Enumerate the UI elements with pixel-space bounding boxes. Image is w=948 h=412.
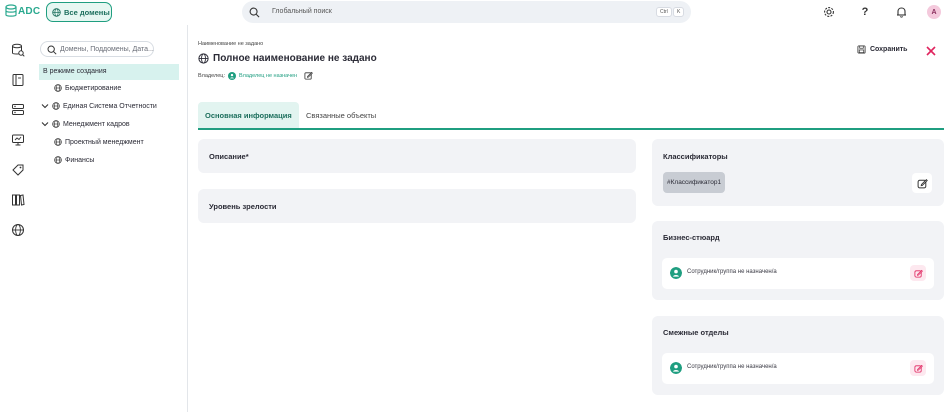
- tab-related-objects[interactable]: Связанные объекты: [299, 102, 383, 128]
- logo-icon: [5, 4, 17, 17]
- tree-item-label: Бюджетирование: [65, 84, 122, 92]
- departments-card: Смежные отделы Сотрудник/группа не назна…: [652, 316, 944, 395]
- globe-icon: [52, 120, 60, 128]
- search-icon: [249, 7, 260, 18]
- gear-icon: [824, 7, 834, 17]
- steward-row: Сотрудник/группа не назначен/а: [662, 258, 934, 289]
- tree-item-hr[interactable]: Менеджмент кадров: [41, 120, 130, 128]
- edit-classifiers-button[interactable]: [912, 173, 932, 193]
- person-icon: [670, 267, 682, 279]
- close-button[interactable]: [925, 44, 937, 56]
- save-button[interactable]: Сохранить: [857, 45, 907, 54]
- tree-item-reporting[interactable]: Единая Система Отчетности: [41, 102, 157, 110]
- all-domains-button[interactable]: Все домены: [46, 2, 112, 22]
- steward-value: Сотрудник/группа не назначен/а: [687, 269, 777, 275]
- departments-value: Сотрудник/группа не назначен/а: [687, 364, 777, 370]
- app-logo[interactable]: ADC: [5, 4, 40, 18]
- main-content: Наименование не задано Полное наименован…: [188, 25, 948, 412]
- description-card[interactable]: Описание*: [198, 139, 636, 173]
- globe-icon: [54, 156, 62, 164]
- save-label: Сохранить: [870, 46, 908, 53]
- search-icon: [47, 45, 57, 55]
- tree-search[interactable]: Домены, Поддомены, Дата...: [40, 41, 154, 57]
- library-icon: [12, 194, 25, 206]
- global-search[interactable]: Глобальный поиск Ctrl K: [242, 1, 691, 23]
- description-title: Описание*: [209, 152, 249, 161]
- chevron-down-icon[interactable]: [41, 102, 49, 110]
- globe-icon: [52, 102, 60, 110]
- globe-icon: [52, 7, 61, 17]
- tab-bar: Основная информация Связанные объекты: [198, 102, 944, 130]
- classifiers-title: Классификаторы: [663, 152, 728, 161]
- shortcut-ctrl: Ctrl: [656, 7, 672, 17]
- edit-steward-button[interactable]: [910, 265, 926, 281]
- page-title-text: Полное наименование не задано: [213, 53, 377, 64]
- maturity-card[interactable]: Уровень зрелости: [198, 189, 636, 223]
- departments-title: Смежные отделы: [663, 328, 729, 337]
- person-icon: [227, 71, 236, 80]
- logo-text: ADC: [18, 5, 41, 17]
- globe-icon: [12, 224, 24, 236]
- chevron-down-icon[interactable]: [41, 120, 49, 128]
- person-icon: [670, 362, 682, 374]
- owner-row: Владелец: Владелец не назначен: [198, 71, 313, 80]
- bell-icon: [896, 7, 906, 18]
- server-icon: [12, 104, 24, 115]
- tree-item-finance[interactable]: Финансы: [54, 156, 94, 164]
- edit-departments-button[interactable]: [910, 360, 926, 376]
- icon-rail: [0, 25, 36, 412]
- page-title: Полное наименование не задано: [198, 53, 377, 64]
- notifications-button[interactable]: [894, 5, 908, 19]
- maturity-title: Уровень зрелости: [209, 202, 277, 211]
- all-domains-label: Все домены: [64, 7, 110, 17]
- close-icon: [926, 46, 936, 56]
- edit-icon: [913, 269, 923, 278]
- classifier-chip[interactable]: #Классификатор1: [663, 172, 726, 193]
- shortcut-k: K: [673, 7, 685, 17]
- tree-item-label: Финансы: [65, 156, 95, 164]
- rail-domains[interactable]: [11, 223, 25, 237]
- help-icon: ?: [861, 6, 869, 18]
- globe-icon: [54, 138, 62, 146]
- database-search-icon: [12, 43, 25, 57]
- tree-item-label: Проектный менеджмент: [65, 138, 144, 146]
- help-button[interactable]: ?: [858, 5, 872, 19]
- tree-item-budgeting[interactable]: Бюджетирование: [54, 84, 121, 92]
- settings-button[interactable]: [822, 5, 836, 19]
- rail-reports[interactable]: [11, 133, 25, 147]
- edit-icon: [913, 364, 923, 373]
- globe-icon: [198, 53, 209, 64]
- book-icon: [12, 74, 24, 86]
- search-input[interactable]: Глобальный поиск: [272, 8, 332, 15]
- tab-main-info[interactable]: Основная информация: [198, 102, 299, 128]
- steward-card: Бизнес-стюард Сотрудник/группа не назнач…: [652, 221, 944, 300]
- rail-glossary[interactable]: [11, 73, 25, 87]
- steward-title: Бизнес-стюард: [663, 233, 720, 242]
- tree-item-label: Единая Система Отчетности: [63, 102, 157, 110]
- monitor-icon: [12, 134, 24, 146]
- edit-icon[interactable]: [304, 71, 313, 80]
- globe-icon: [54, 84, 62, 92]
- owner-label: Владелец:: [198, 72, 225, 79]
- rail-data-search[interactable]: [11, 43, 25, 57]
- user-avatar[interactable]: A: [927, 5, 941, 19]
- tag-icon: [12, 164, 24, 176]
- breadcrumb[interactable]: Наименование не задано: [198, 41, 263, 47]
- floppy-icon: [857, 45, 866, 54]
- departments-row: Сотрудник/группа не назначен/а: [662, 353, 934, 384]
- tree-mode-label[interactable]: В режиме создания: [39, 64, 179, 80]
- classifiers-card: Классификаторы #Классификатор1: [652, 139, 944, 206]
- owner-value[interactable]: Владелец не назначен: [239, 73, 297, 79]
- tree-item-project-management[interactable]: Проектный менеджмент: [54, 138, 144, 146]
- rail-tags[interactable]: [11, 163, 25, 177]
- tree-search-input[interactable]: Домены, Поддомены, Дата...: [60, 46, 154, 53]
- tree-item-label: Менеджмент кадров: [63, 120, 130, 128]
- edit-icon: [917, 178, 928, 188]
- rail-registry[interactable]: [11, 103, 25, 117]
- top-bar: ADC Все домены Глобальный поиск Ctrl K ?: [0, 0, 948, 25]
- domain-tree-panel: Домены, Поддомены, Дата... В режиме созд…: [36, 25, 188, 412]
- rail-library[interactable]: [11, 193, 25, 207]
